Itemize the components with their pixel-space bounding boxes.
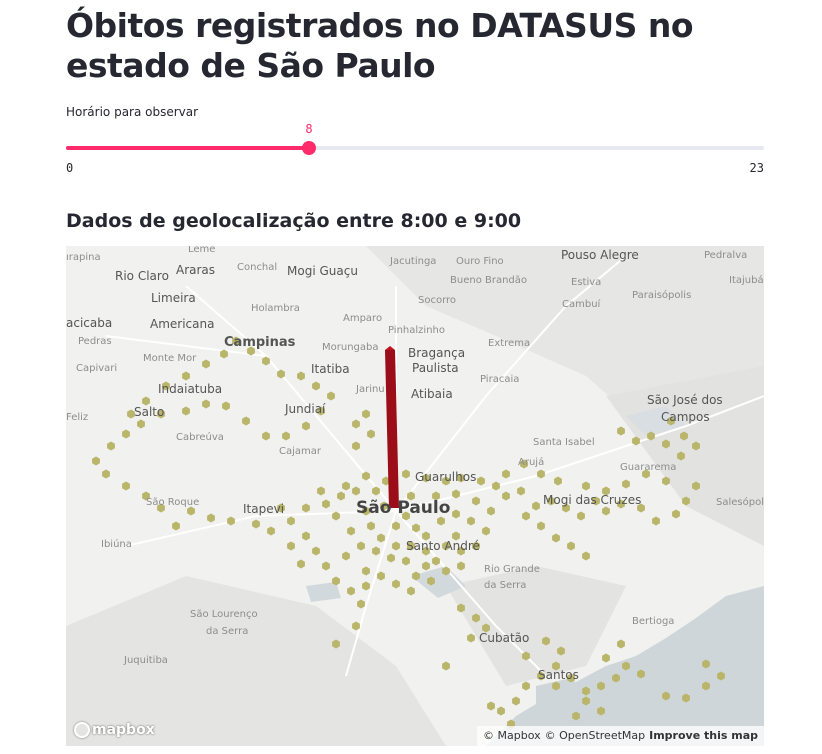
place-label: Socorro [418,295,457,306]
place-label: Santos [538,668,579,682]
place-label: Indaiatuba [158,382,223,396]
place-label: Rio Claro [115,269,169,283]
place-label: São Roque [146,497,200,508]
place-label: Campinas [224,335,296,350]
mapbox-icon [74,722,90,738]
place-label: Bueno Brandão [450,275,528,286]
place-label: Jundiaí [285,402,326,416]
place-label: Piracaia [480,374,520,385]
slider-label: Horário para observar [66,105,199,119]
place-label: Cambuí [562,299,601,310]
death-count-column [385,350,399,508]
hexagon-map[interactable]: Leme ırapina Rio Claro Araras Conchal Mo… [66,246,764,746]
place-label: Estiva [571,277,602,288]
place-label: Americana [150,317,215,331]
place-label: Atibaia [411,387,453,401]
place-label: São Lourenço [190,609,258,620]
place-label: Paulista [412,361,459,375]
osm-attribution-link[interactable]: © OpenStreetMap [545,726,646,746]
place-label: Pedralva [704,250,748,261]
place-label: Conchal [237,262,278,273]
place-label: Jacutinga [390,256,437,267]
place-label: Itapevi [243,502,285,516]
place-label: Cubatão [479,631,530,645]
place-label: Extrema [488,338,531,349]
place-label: Morungaba [322,342,379,353]
place-label: Bertioga [632,616,675,627]
place-label: Mogi das Cruzes [543,493,642,507]
mapbox-attribution-link[interactable]: © Mapbox [483,726,541,746]
place-label: Capivari [76,363,118,374]
place-label: Pouso Alegre [561,248,639,262]
place-label: São José dos [647,393,723,407]
place-label: Campos [661,410,710,424]
place-label: Juquitiba [124,655,168,666]
page-title: Óbitos registrados no DATASUS no estado … [66,6,694,85]
place-label: Leme [188,246,216,255]
place-label: Limeira [151,291,196,305]
place-label: ırapina [66,252,101,263]
slider-min-label: 0 [66,161,74,175]
place-label: Ouro Fino [456,256,504,267]
place-label: Feliz [66,412,89,423]
hour-slider-fill [66,146,309,150]
mapbox-logo-text: mapbox [92,722,155,738]
place-label: da Serra [206,626,249,637]
place-label: São Paulo [356,498,451,518]
place-label: Guarulhos [415,470,477,484]
place-label: Cabreúva [176,432,224,443]
hour-slider-track[interactable] [66,141,764,155]
map-attribution: © Mapbox © OpenStreetMap Improve this ma… [477,726,764,746]
slider-max-label: 23 [749,161,764,175]
place-label: Mogi Guaçu [287,264,358,278]
place-label: Amparo [343,313,383,324]
place-label: Bragança [408,346,466,360]
slider-current-value: 8 [305,122,313,136]
place-label: Holambra [251,303,300,314]
place-label: Pedras [78,336,112,347]
map-subheader: Dados de geolocalização entre 8:00 e 9:0… [66,210,522,232]
place-label: Santa Isabel [533,437,595,448]
place-label: Rio Grande [484,564,540,575]
hour-slider-thumb[interactable] [301,141,316,155]
place-label: Salesópol [716,497,764,508]
mapbox-logo[interactable]: mapbox [74,722,155,738]
place-label: acicaba [66,316,113,330]
improve-map-link[interactable]: Improve this map [649,726,758,746]
place-label: Pinhalzinho [388,325,445,336]
place-label: Santo André [406,539,480,553]
place-label: Salto [134,405,165,419]
place-label: Araras [176,263,216,277]
place-label: Paraisópolis [632,290,692,301]
place-label: Cajamar [279,446,321,457]
place-label: Ibiúna [101,539,132,550]
place-label: Jarinu [356,384,385,395]
place-label: Itatiba [311,362,350,376]
place-label: Monte Mor [143,353,197,364]
place-label: Itajubá [729,275,764,286]
place-label: Arujá [518,457,545,468]
place-label: Guararema [620,462,677,473]
place-label: da Serra [484,580,527,591]
